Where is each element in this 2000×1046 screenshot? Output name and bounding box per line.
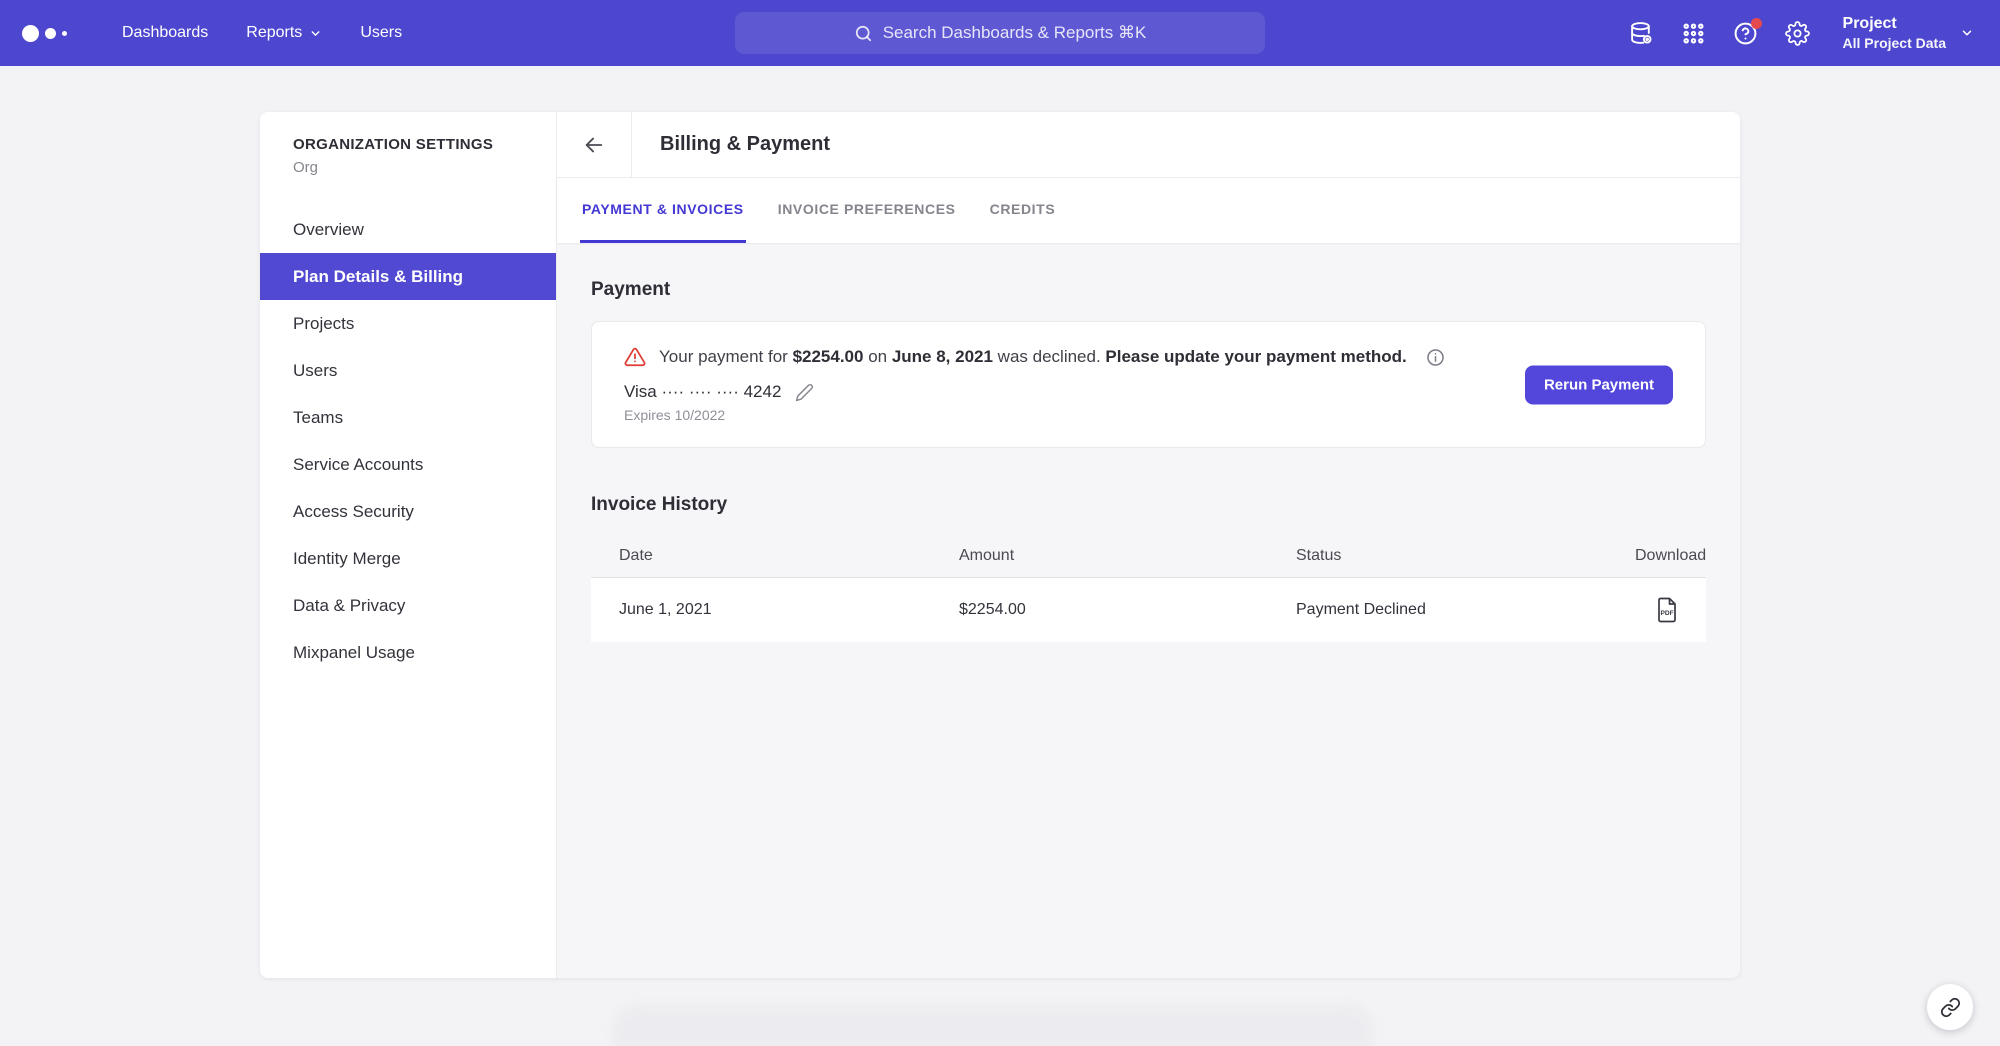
chevron-down-icon xyxy=(309,27,322,40)
navbar-right: Project All Project Data xyxy=(1629,0,2000,66)
back-button[interactable] xyxy=(557,112,632,177)
logo-dot xyxy=(22,25,39,42)
sidebar-item-projects[interactable]: Projects xyxy=(260,300,556,347)
invoice-row: June 1, 2021 $2254.00 Payment Declined P… xyxy=(591,578,1706,642)
card-on-file: Visa ···· ···· ···· 4242 xyxy=(624,382,1673,402)
sidebar-item-label: Projects xyxy=(293,314,354,334)
alert-amount: $2254.00 xyxy=(793,347,864,366)
search-input[interactable]: Search Dashboards & Reports ⌘K xyxy=(735,12,1265,54)
sidebar-item-identity-merge[interactable]: Identity Merge xyxy=(260,535,556,582)
sidebar-item-label: Plan Details & Billing xyxy=(293,267,463,287)
tabs-bar: PAYMENT & INVOICES INVOICE PREFERENCES C… xyxy=(557,178,1740,243)
nav-item-dashboards[interactable]: Dashboards xyxy=(122,24,208,42)
edit-card-button[interactable] xyxy=(795,383,814,402)
alert-date: June 8, 2021 xyxy=(892,347,993,366)
alert-action-text: Please update your payment method. xyxy=(1105,347,1406,366)
invoice-status: Payment Declined xyxy=(1296,601,1635,619)
search-icon xyxy=(854,24,873,43)
data-management-icon[interactable] xyxy=(1629,20,1655,46)
sidebar-item-label: Identity Merge xyxy=(293,549,401,569)
mixpanel-logo-icon[interactable] xyxy=(22,25,84,42)
sidebar-item-overview[interactable]: Overview xyxy=(260,206,556,253)
logo-dot xyxy=(45,28,56,39)
settings-sidebar: ORGANIZATION SETTINGS Org Overview Plan … xyxy=(260,112,557,978)
alert-text-part: Your payment for xyxy=(659,347,793,366)
warning-triangle-icon xyxy=(624,346,646,368)
nav-item-users[interactable]: Users xyxy=(360,24,402,42)
top-navbar: Dashboards Reports Users Search Dashboar… xyxy=(0,0,2000,66)
search-placeholder: Search Dashboards & Reports ⌘K xyxy=(883,23,1147,43)
invoice-table: Date Amount Status Download June 1, 2021… xyxy=(591,534,1706,642)
pdf-label: PDF xyxy=(1661,610,1674,617)
nav-item-label: Users xyxy=(360,24,402,42)
sidebar-item-plan-details-billing[interactable]: Plan Details & Billing xyxy=(260,253,556,300)
sidebar-item-label: Mixpanel Usage xyxy=(293,643,415,663)
sidebar-item-label: Data & Privacy xyxy=(293,596,405,616)
invoice-history-title: Invoice History xyxy=(591,494,1706,516)
tab-credits[interactable]: CREDITS xyxy=(988,178,1058,243)
project-value: All Project Data xyxy=(1843,34,1946,52)
nav-item-label: Reports xyxy=(246,24,302,42)
copy-link-button[interactable] xyxy=(1927,984,1973,1030)
column-header-status: Status xyxy=(1296,547,1635,565)
sidebar-item-service-accounts[interactable]: Service Accounts xyxy=(260,441,556,488)
arrow-left-icon xyxy=(583,134,605,156)
tab-payment-invoices[interactable]: PAYMENT & INVOICES xyxy=(580,178,746,243)
sidebar-item-label: Overview xyxy=(293,220,364,240)
sidebar-title: ORGANIZATION SETTINGS xyxy=(260,136,556,153)
org-settings-panel: ORGANIZATION SETTINGS Org Overview Plan … xyxy=(260,112,1740,978)
sidebar-item-data-privacy[interactable]: Data & Privacy xyxy=(260,582,556,629)
invoice-amount: $2254.00 xyxy=(959,601,1296,619)
card-expiry-label: Expires 10/2022 xyxy=(624,407,1673,423)
alert-text: Your payment for $2254.00 on June 8, 202… xyxy=(659,347,1407,367)
settings-gear-icon[interactable] xyxy=(1785,20,1811,46)
invoice-table-header: Date Amount Status Download xyxy=(591,534,1706,578)
link-icon xyxy=(1940,997,1961,1018)
payment-card: Your payment for $2254.00 on June 8, 202… xyxy=(591,321,1706,448)
sidebar-item-users[interactable]: Users xyxy=(260,347,556,394)
project-switcher[interactable]: Project All Project Data xyxy=(1843,14,1974,51)
project-switcher-labels: Project All Project Data xyxy=(1843,14,1946,51)
column-header-date: Date xyxy=(619,547,959,565)
sidebar-item-label: Users xyxy=(293,361,337,381)
help-icon[interactable] xyxy=(1733,20,1759,46)
sidebar-item-access-security[interactable]: Access Security xyxy=(260,488,556,535)
page-header: Billing & Payment xyxy=(557,112,1740,178)
pencil-icon xyxy=(795,383,814,402)
notification-badge xyxy=(1751,18,1762,29)
navbar-left: Dashboards Reports Users xyxy=(0,24,402,42)
invoice-date: June 1, 2021 xyxy=(619,601,959,619)
apps-grid-icon[interactable] xyxy=(1681,20,1707,46)
project-label: Project xyxy=(1843,14,1946,33)
tab-invoice-preferences[interactable]: INVOICE PREFERENCES xyxy=(776,178,958,243)
sidebar-item-label: Service Accounts xyxy=(293,455,423,475)
sidebar-menu: Overview Plan Details & Billing Projects… xyxy=(260,206,556,676)
nav-item-reports[interactable]: Reports xyxy=(246,24,322,42)
billing-main: Billing & Payment PAYMENT & INVOICES INV… xyxy=(557,112,1740,978)
sidebar-item-mixpanel-usage[interactable]: Mixpanel Usage xyxy=(260,629,556,676)
payment-section-title: Payment xyxy=(591,279,1706,301)
sidebar-item-label: Teams xyxy=(293,408,343,428)
bottom-sheet-shadow xyxy=(612,1004,1374,1046)
download-pdf-button[interactable]: PDF xyxy=(1656,597,1678,623)
page-title: Billing & Payment xyxy=(632,112,830,177)
column-header-download: Download xyxy=(1635,547,1706,565)
logo-dot xyxy=(62,31,67,36)
alert-text-part: was declined. xyxy=(993,347,1105,366)
tab-content: Payment Your payment for $2254.00 on Jun… xyxy=(557,243,1740,978)
chevron-down-icon xyxy=(1960,26,1974,40)
nav-item-label: Dashboards xyxy=(122,24,208,42)
column-header-amount: Amount xyxy=(959,547,1296,565)
sidebar-item-label: Access Security xyxy=(293,502,414,522)
sidebar-item-teams[interactable]: Teams xyxy=(260,394,556,441)
pdf-file-icon: PDF xyxy=(1656,597,1678,623)
info-icon[interactable] xyxy=(1426,348,1445,367)
sidebar-org-name: Org xyxy=(260,153,556,176)
rerun-payment-button[interactable]: Rerun Payment xyxy=(1525,365,1673,404)
alert-text-part: on xyxy=(863,347,891,366)
payment-declined-alert: Your payment for $2254.00 on June 8, 202… xyxy=(624,346,1673,368)
card-number-label: Visa ···· ···· ···· 4242 xyxy=(624,382,781,402)
